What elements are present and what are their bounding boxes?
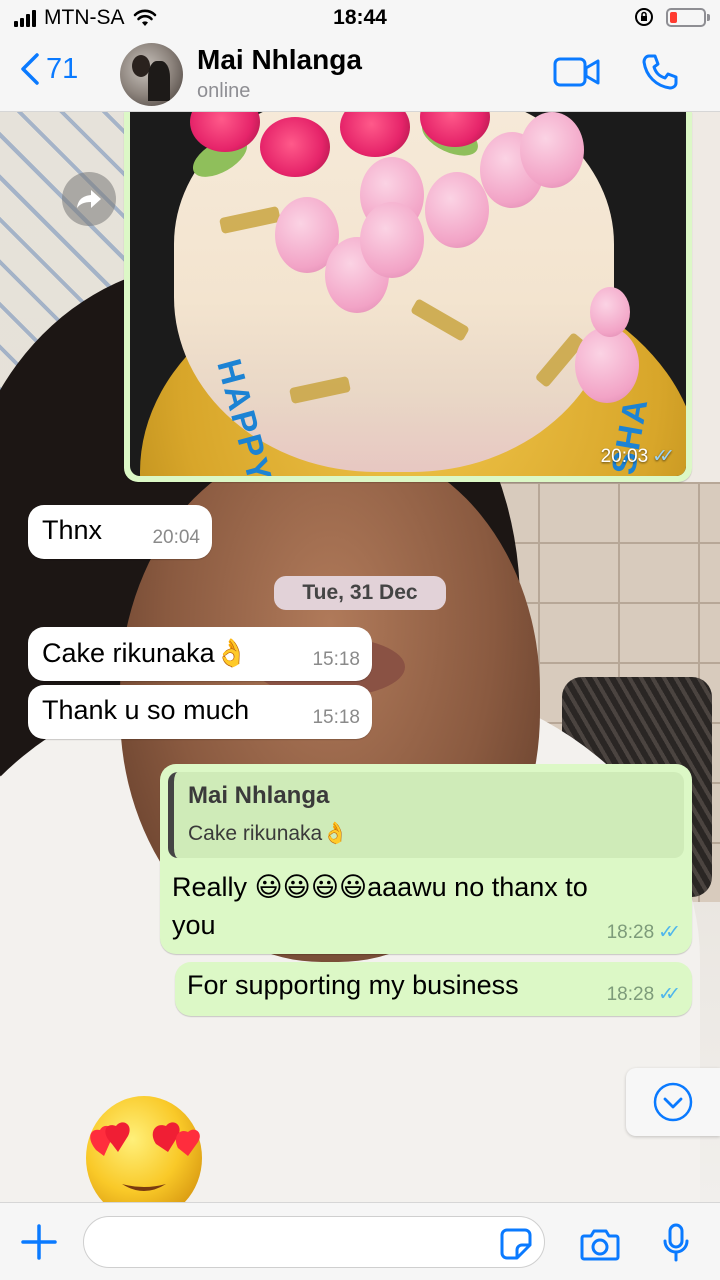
chat-header: 71 Mai Nhlanga online	[0, 38, 720, 112]
battery-icon	[666, 7, 710, 27]
message-time: 15:18	[312, 707, 360, 728]
quoted-text: Cake rikunaka👌	[188, 822, 349, 845]
message-text: For supporting my business	[187, 970, 519, 1000]
message-time: 18:28	[606, 921, 655, 943]
message-meta: 18:28 ✓✓	[606, 983, 681, 1006]
incoming-message[interactable]: Thnx 20:04	[28, 505, 212, 559]
quoted-message[interactable]: Mai Nhlanga Cake rikunaka👌	[168, 772, 684, 858]
camera-button[interactable]	[580, 1227, 620, 1261]
message-text: Cake rikunaka👌	[42, 638, 249, 668]
status-right-group	[634, 7, 710, 27]
message-text: Thank u so much	[42, 695, 250, 725]
scroll-to-bottom-button[interactable]	[626, 1068, 720, 1136]
message-time: 20:03	[600, 445, 649, 467]
message-meta: 15:18	[312, 649, 360, 671]
voice-call-button[interactable]	[640, 52, 680, 92]
status-time: 18:44	[333, 6, 387, 29]
message-time: 20:04	[152, 527, 200, 548]
back-button[interactable]: 71	[20, 52, 78, 86]
message-time: 18:28	[606, 983, 655, 1005]
macaron	[425, 172, 489, 248]
message-meta: 15:18	[312, 707, 360, 729]
message-meta: 18:28 ✓✓	[606, 921, 681, 944]
message-time: 15:18	[312, 649, 360, 670]
macaron	[520, 112, 584, 188]
message-input-bar	[0, 1202, 720, 1280]
message-text-line-1: Really 😃😃😃😃aaawu no thanx to	[172, 872, 588, 902]
forward-arrow-icon	[77, 190, 101, 208]
orientation-lock-icon	[635, 8, 653, 26]
status-bar: MTN-SA 18:44	[0, 0, 720, 38]
read-receipt-icon: ✓✓	[658, 922, 681, 943]
contact-avatar[interactable]	[120, 43, 183, 106]
contact-status: online	[197, 80, 251, 102]
message-text-line-2: you	[172, 910, 216, 940]
chevron-left-icon	[21, 53, 39, 85]
macaron	[575, 327, 639, 403]
sticker-button[interactable]	[499, 1227, 533, 1261]
microphone-button[interactable]	[662, 1223, 690, 1263]
unread-count: 71	[46, 52, 79, 85]
outgoing-reply-message[interactable]: Mai Nhlanga Cake rikunaka👌 Really 😃😃😃😃aa…	[160, 764, 692, 954]
message-meta: 20:04	[152, 527, 200, 549]
forward-button[interactable]	[62, 172, 116, 226]
message-text: Thnx	[42, 515, 103, 545]
read-receipt-icon: ✓✓	[658, 984, 681, 1005]
contact-name[interactable]: Mai Nhlanga	[197, 44, 362, 76]
outgoing-message[interactable]: For supporting my business 18:28 ✓✓	[175, 962, 692, 1016]
chevron-down-circle-icon	[653, 1082, 693, 1122]
video-call-button[interactable]	[553, 56, 601, 88]
message-input[interactable]	[83, 1216, 545, 1268]
date-separator: Tue, 31 Dec	[274, 576, 446, 610]
read-receipt-icon: ✓✓	[652, 446, 675, 467]
quoted-sender-name: Mai Nhlanga	[188, 782, 330, 809]
incoming-message[interactable]: Cake rikunaka👌 15:18	[28, 627, 372, 681]
message-meta: 20:03 ✓✓	[600, 445, 675, 468]
image-message[interactable]: HAPPY ISHA 20:03 ✓✓	[124, 112, 692, 482]
cake-photo[interactable]: HAPPY ISHA 20:03 ✓✓	[130, 112, 686, 476]
rose	[260, 117, 330, 177]
attach-button[interactable]	[20, 1223, 58, 1261]
macaron	[360, 202, 424, 278]
heart-eyes-emoji	[86, 1096, 202, 1218]
incoming-message[interactable]: Thank u so much 15:18	[28, 685, 372, 739]
macaron	[590, 287, 630, 337]
